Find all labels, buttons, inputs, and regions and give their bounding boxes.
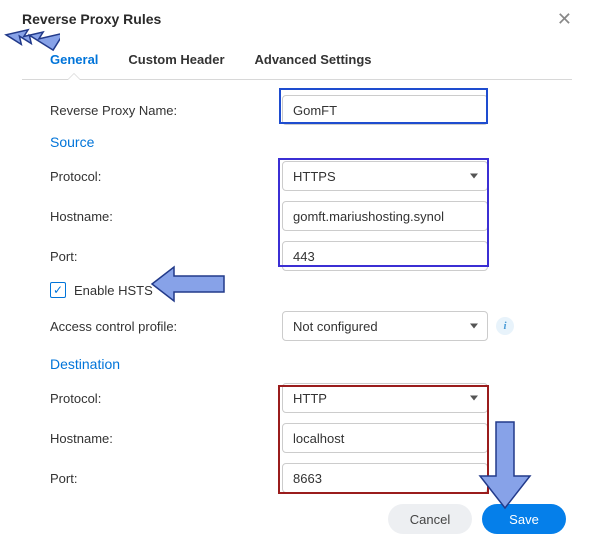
reverse-proxy-dialog: Reverse Proxy Rules ✕ General Custom Hea… <box>0 0 594 552</box>
source-section-title: Source <box>50 134 572 150</box>
destination-hostname-label: Hostname: <box>50 431 282 446</box>
destination-protocol-label: Protocol: <box>50 391 282 406</box>
source-protocol-label: Protocol: <box>50 169 282 184</box>
enable-hsts-label: Enable HSTS <box>74 283 153 298</box>
close-icon[interactable]: ✕ <box>557 10 572 28</box>
source-port-label: Port: <box>50 249 282 264</box>
destination-section-title: Destination <box>50 356 572 372</box>
destination-port-input[interactable] <box>282 463 488 493</box>
dialog-title: Reverse Proxy Rules <box>22 11 161 27</box>
button-bar: Cancel Save <box>22 504 572 534</box>
titlebar: Reverse Proxy Rules ✕ <box>22 10 572 28</box>
access-control-profile-label: Access control profile: <box>50 319 282 334</box>
tab-general[interactable]: General <box>50 52 98 73</box>
tab-custom-header[interactable]: Custom Header <box>128 52 224 73</box>
access-control-profile-select[interactable]: Not configured <box>282 311 488 341</box>
info-icon[interactable]: i <box>496 317 514 335</box>
reverse-proxy-name-input[interactable] <box>282 95 488 125</box>
tab-divider <box>22 79 572 80</box>
destination-protocol-select[interactable]: HTTP <box>282 383 488 413</box>
tab-advanced-settings[interactable]: Advanced Settings <box>255 52 372 73</box>
source-hostname-label: Hostname: <box>50 209 282 224</box>
destination-port-label: Port: <box>50 471 282 486</box>
reverse-proxy-name-label: Reverse Proxy Name: <box>50 103 282 118</box>
source-hostname-input[interactable] <box>282 201 488 231</box>
source-port-input[interactable] <box>282 241 488 271</box>
cancel-button[interactable]: Cancel <box>388 504 472 534</box>
form-body: Reverse Proxy Name: Source Protocol: HTT… <box>50 94 572 504</box>
destination-hostname-input[interactable] <box>282 423 488 453</box>
tabs: General Custom Header Advanced Settings <box>22 52 572 73</box>
save-button[interactable]: Save <box>482 504 566 534</box>
checkmark-icon: ✓ <box>53 284 63 296</box>
source-protocol-select[interactable]: HTTPS <box>282 161 488 191</box>
enable-hsts-checkbox[interactable]: ✓ <box>50 282 66 298</box>
